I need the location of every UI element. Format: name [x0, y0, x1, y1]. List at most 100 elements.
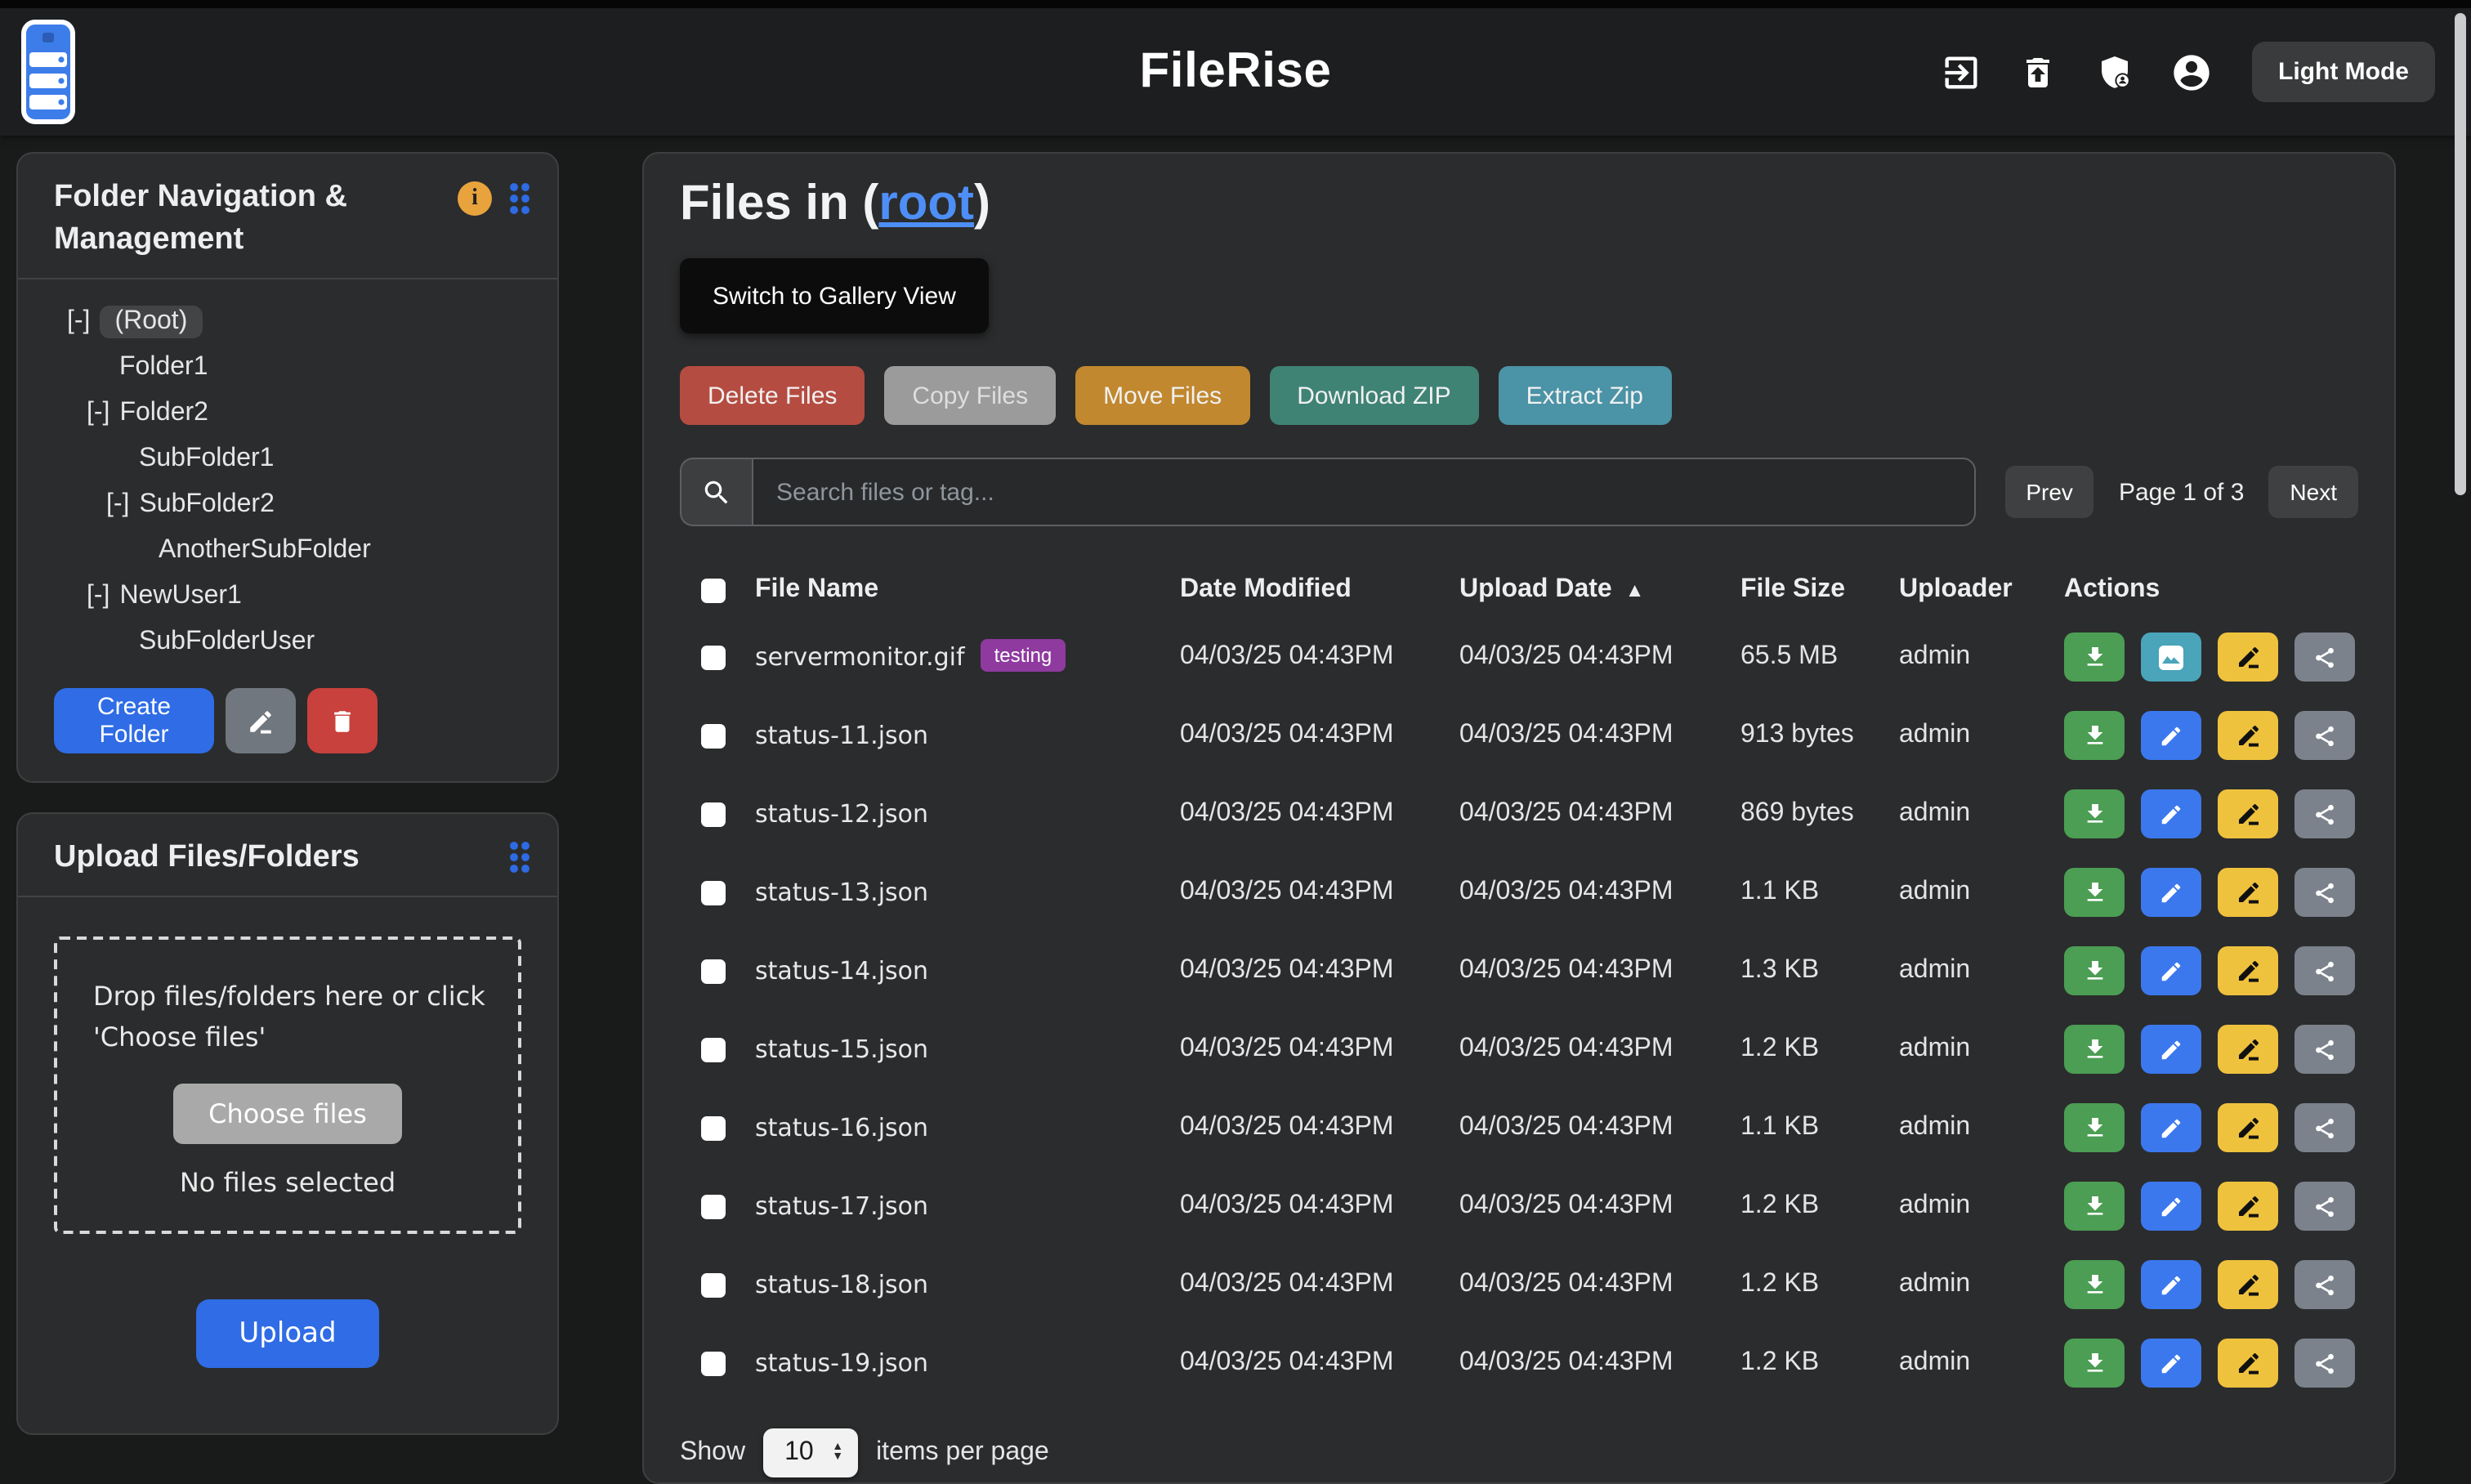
rename-button[interactable]: [2218, 1103, 2278, 1152]
download-button[interactable]: [2064, 1182, 2125, 1231]
download-button[interactable]: [2064, 946, 2125, 995]
edit-button[interactable]: [2141, 1182, 2201, 1231]
column-upload-date[interactable]: Upload Date▲: [1450, 575, 1731, 605]
switch-gallery-view-button[interactable]: Switch to Gallery View: [680, 258, 989, 333]
choose-files-button[interactable]: Choose files: [172, 1084, 403, 1144]
admin-shield-icon[interactable]: [2092, 49, 2138, 95]
info-icon[interactable]: i: [458, 181, 492, 216]
column-file-size[interactable]: File Size: [1731, 575, 1889, 605]
logout-icon[interactable]: [1938, 49, 1984, 95]
folder-name[interactable]: SubFolder2: [139, 490, 274, 520]
rename-button[interactable]: [2218, 789, 2278, 838]
prev-page-button[interactable]: Prev: [2004, 466, 2094, 518]
items-per-page-select[interactable]: 10 ▲▼: [763, 1428, 858, 1477]
rename-button[interactable]: [2218, 632, 2278, 682]
drag-handle-icon[interactable]: [510, 842, 531, 874]
share-button[interactable]: [2294, 1025, 2355, 1074]
light-mode-button[interactable]: Light Mode: [2252, 42, 2435, 102]
row-checkbox[interactable]: [700, 723, 725, 748]
folder-name[interactable]: (Root): [100, 306, 202, 338]
download-zip-button[interactable]: Download ZIP: [1269, 366, 1478, 425]
share-button[interactable]: [2294, 1182, 2355, 1231]
download-button[interactable]: [2064, 632, 2125, 682]
delete-folder-button[interactable]: [307, 688, 378, 753]
delete-files-button[interactable]: Delete Files: [680, 366, 865, 425]
dropzone[interactable]: Drop files/folders here or click 'Choose…: [54, 936, 521, 1234]
row-checkbox[interactable]: [700, 1272, 725, 1297]
download-button[interactable]: [2064, 1025, 2125, 1074]
download-button[interactable]: [2064, 868, 2125, 917]
scrollbar-thumb[interactable]: [2455, 13, 2466, 495]
share-button[interactable]: [2294, 711, 2355, 760]
folder-name[interactable]: AnotherSubFolder: [159, 536, 371, 565]
edit-button[interactable]: [2141, 1025, 2201, 1074]
edit-button[interactable]: [2141, 1260, 2201, 1309]
rename-button[interactable]: [2218, 946, 2278, 995]
folder-tree-item[interactable]: [-] NewUser1: [18, 574, 557, 619]
folder-tree-item[interactable]: Folder1: [18, 345, 557, 391]
download-button[interactable]: [2064, 1260, 2125, 1309]
rename-button[interactable]: [2218, 711, 2278, 760]
upload-button[interactable]: Upload: [196, 1299, 378, 1368]
share-button[interactable]: [2294, 632, 2355, 682]
copy-files-button[interactable]: Copy Files: [884, 366, 1056, 425]
rename-button[interactable]: [2218, 1339, 2278, 1388]
folder-name[interactable]: NewUser1: [119, 582, 241, 611]
row-checkbox[interactable]: [700, 1115, 725, 1140]
download-button[interactable]: [2064, 711, 2125, 760]
rename-folder-button[interactable]: [226, 688, 296, 753]
extract-zip-button[interactable]: Extract Zip: [1499, 366, 1671, 425]
account-circle-icon[interactable]: [2169, 49, 2214, 95]
next-page-button[interactable]: Next: [2268, 466, 2358, 518]
folder-tree-item[interactable]: [-] (Root): [18, 299, 557, 345]
edit-button[interactable]: [2141, 711, 2201, 760]
folder-name[interactable]: Folder2: [119, 399, 208, 428]
root-folder-link[interactable]: root: [878, 177, 974, 230]
row-checkbox[interactable]: [700, 802, 725, 826]
row-checkbox[interactable]: [700, 1037, 725, 1062]
rename-button[interactable]: [2218, 1260, 2278, 1309]
edit-button[interactable]: [2141, 868, 2201, 917]
create-folder-button[interactable]: Create Folder: [54, 688, 214, 753]
drag-handle-icon[interactable]: [510, 182, 531, 215]
folder-tree-item[interactable]: [-] Folder2: [18, 391, 557, 436]
tree-toggle[interactable]: [-]: [106, 490, 129, 520]
column-file-name[interactable]: File Name: [745, 575, 1170, 605]
rename-button[interactable]: [2218, 1182, 2278, 1231]
tree-toggle[interactable]: [-]: [67, 307, 90, 337]
share-button[interactable]: [2294, 1339, 2355, 1388]
folder-name[interactable]: SubFolder1: [139, 445, 274, 474]
column-uploader[interactable]: Uploader: [1889, 575, 2054, 605]
download-button[interactable]: [2064, 1339, 2125, 1388]
share-button[interactable]: [2294, 1260, 2355, 1309]
preview-button[interactable]: [2141, 632, 2201, 682]
folder-tree-item[interactable]: AnotherSubFolder: [18, 528, 557, 574]
edit-button[interactable]: [2141, 1339, 2201, 1388]
edit-button[interactable]: [2141, 946, 2201, 995]
download-button[interactable]: [2064, 1103, 2125, 1152]
share-button[interactable]: [2294, 868, 2355, 917]
share-button[interactable]: [2294, 1103, 2355, 1152]
folder-tree-item[interactable]: SubFolderUser: [18, 619, 557, 665]
row-checkbox[interactable]: [700, 959, 725, 983]
row-checkbox[interactable]: [700, 645, 725, 669]
row-checkbox[interactable]: [700, 880, 725, 905]
folder-name[interactable]: SubFolderUser: [139, 628, 315, 657]
edit-button[interactable]: [2141, 789, 2201, 838]
edit-button[interactable]: [2141, 1103, 2201, 1152]
share-button[interactable]: [2294, 789, 2355, 838]
folder-name[interactable]: Folder1: [119, 353, 208, 382]
column-date-modified[interactable]: Date Modified: [1170, 575, 1450, 605]
search-input[interactable]: [752, 458, 1975, 526]
rename-button[interactable]: [2218, 868, 2278, 917]
share-button[interactable]: [2294, 946, 2355, 995]
row-checkbox[interactable]: [700, 1194, 725, 1218]
select-all-checkbox[interactable]: [700, 578, 725, 602]
folder-tree-item[interactable]: SubFolder1: [18, 436, 557, 482]
rename-button[interactable]: [2218, 1025, 2278, 1074]
row-checkbox[interactable]: [700, 1351, 725, 1375]
tree-toggle[interactable]: [-]: [87, 582, 109, 611]
tree-toggle[interactable]: [-]: [87, 399, 109, 428]
trash-restore-icon[interactable]: [2015, 49, 2061, 95]
move-files-button[interactable]: Move Files: [1075, 366, 1249, 425]
